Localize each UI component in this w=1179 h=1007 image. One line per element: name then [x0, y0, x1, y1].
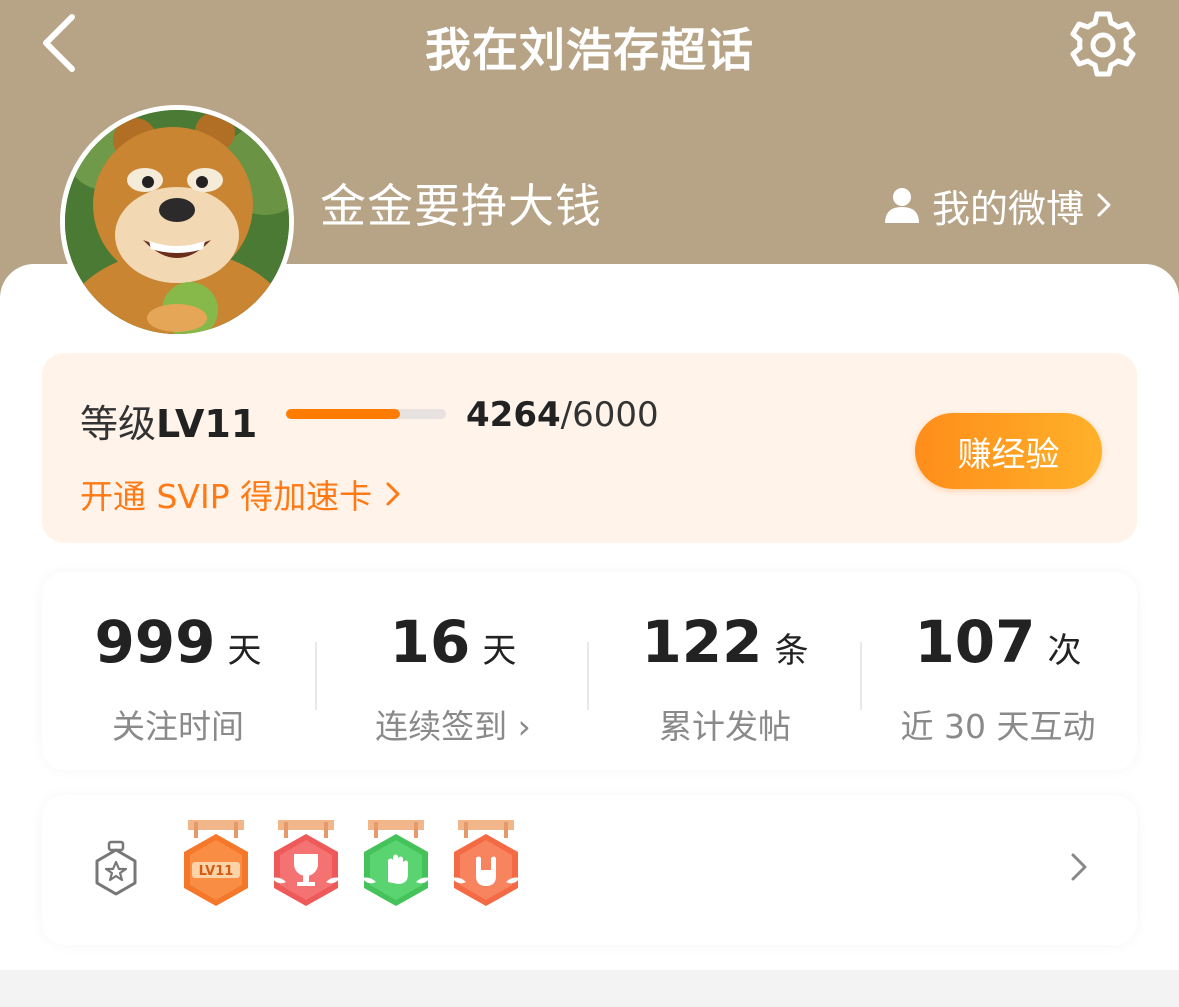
exp-total: /6000 — [560, 395, 659, 435]
lv11-badge-icon[interactable]: LV11 — [178, 820, 254, 912]
svg-text:LV11: LV11 — [199, 864, 234, 879]
stat-label: 连续签到 › — [375, 707, 531, 746]
stat-value: 122 — [641, 608, 763, 676]
stat-unit: 天 — [482, 631, 517, 671]
stat-total-posts: 122 条 累计发帖 — [589, 572, 861, 770]
chevron-right-icon — [1097, 193, 1111, 217]
stat-unit: 次 — [1047, 631, 1082, 671]
level-value: LV11 — [156, 402, 258, 446]
medal-icon — [95, 840, 137, 896]
level-label: 等级LV11 — [80, 393, 257, 448]
level-prefix: 等级 — [80, 402, 157, 446]
hand-badge-icon[interactable] — [358, 820, 434, 912]
rock-hand-badge-icon[interactable] — [448, 820, 524, 912]
my-weibo-label: 我的微博 — [932, 186, 1085, 231]
stat-follow-days: 999 天 关注时间 — [42, 572, 314, 770]
settings-button[interactable] — [1066, 8, 1140, 82]
avatar[interactable] — [60, 105, 294, 339]
svip-link-label: 开通 SVIP 得加速卡 — [80, 477, 373, 516]
stat-label: 近 30 天互动 — [900, 707, 1096, 746]
trophy-badge-icon[interactable] — [268, 820, 344, 912]
user-icon — [885, 188, 919, 223]
exp-current: 4264 — [466, 395, 561, 435]
stat-label: 关注时间 — [112, 707, 244, 746]
stat-value: 999 — [94, 608, 216, 676]
chevron-right-icon[interactable] — [1064, 847, 1094, 887]
stat-label: 累计发帖 — [659, 707, 791, 746]
gear-icon — [1070, 11, 1136, 77]
stat-unit: 条 — [774, 631, 809, 671]
stat-checkin-streak[interactable]: 16 天 连续签到 › — [317, 572, 589, 770]
stat-value: 107 — [914, 608, 1036, 676]
svip-link[interactable]: 开通 SVIP 得加速卡 — [80, 470, 402, 518]
stat-unit: 天 — [227, 631, 262, 671]
level-card: 等级LV11 4264/6000 开通 SVIP 得加速卡 赚经验 — [42, 353, 1137, 543]
username: 金金要挣大钱 — [320, 179, 602, 233]
bear-avatar — [65, 110, 289, 334]
earn-exp-button[interactable]: 赚经验 — [915, 413, 1102, 489]
stats-card: 999 天 关注时间 16 天 连续签到 › 122 条 累计发帖 107 次 近 30… — [42, 572, 1137, 770]
exp-text: 4264/6000 — [466, 395, 659, 435]
badge-card[interactable]: LV11 — [42, 795, 1137, 945]
level-progress-fill — [286, 409, 400, 419]
stat-interactions: 107 次 近 30 天互动 — [862, 572, 1134, 770]
page-title: 我在刘浩存超话 — [425, 23, 754, 77]
level-progress-bar — [286, 409, 446, 419]
chevron-right-icon — [386, 482, 400, 506]
stat-value: 16 — [389, 608, 471, 676]
my-weibo-link[interactable]: 我的微博 — [882, 180, 1114, 231]
bottom-strip — [0, 970, 1179, 1007]
